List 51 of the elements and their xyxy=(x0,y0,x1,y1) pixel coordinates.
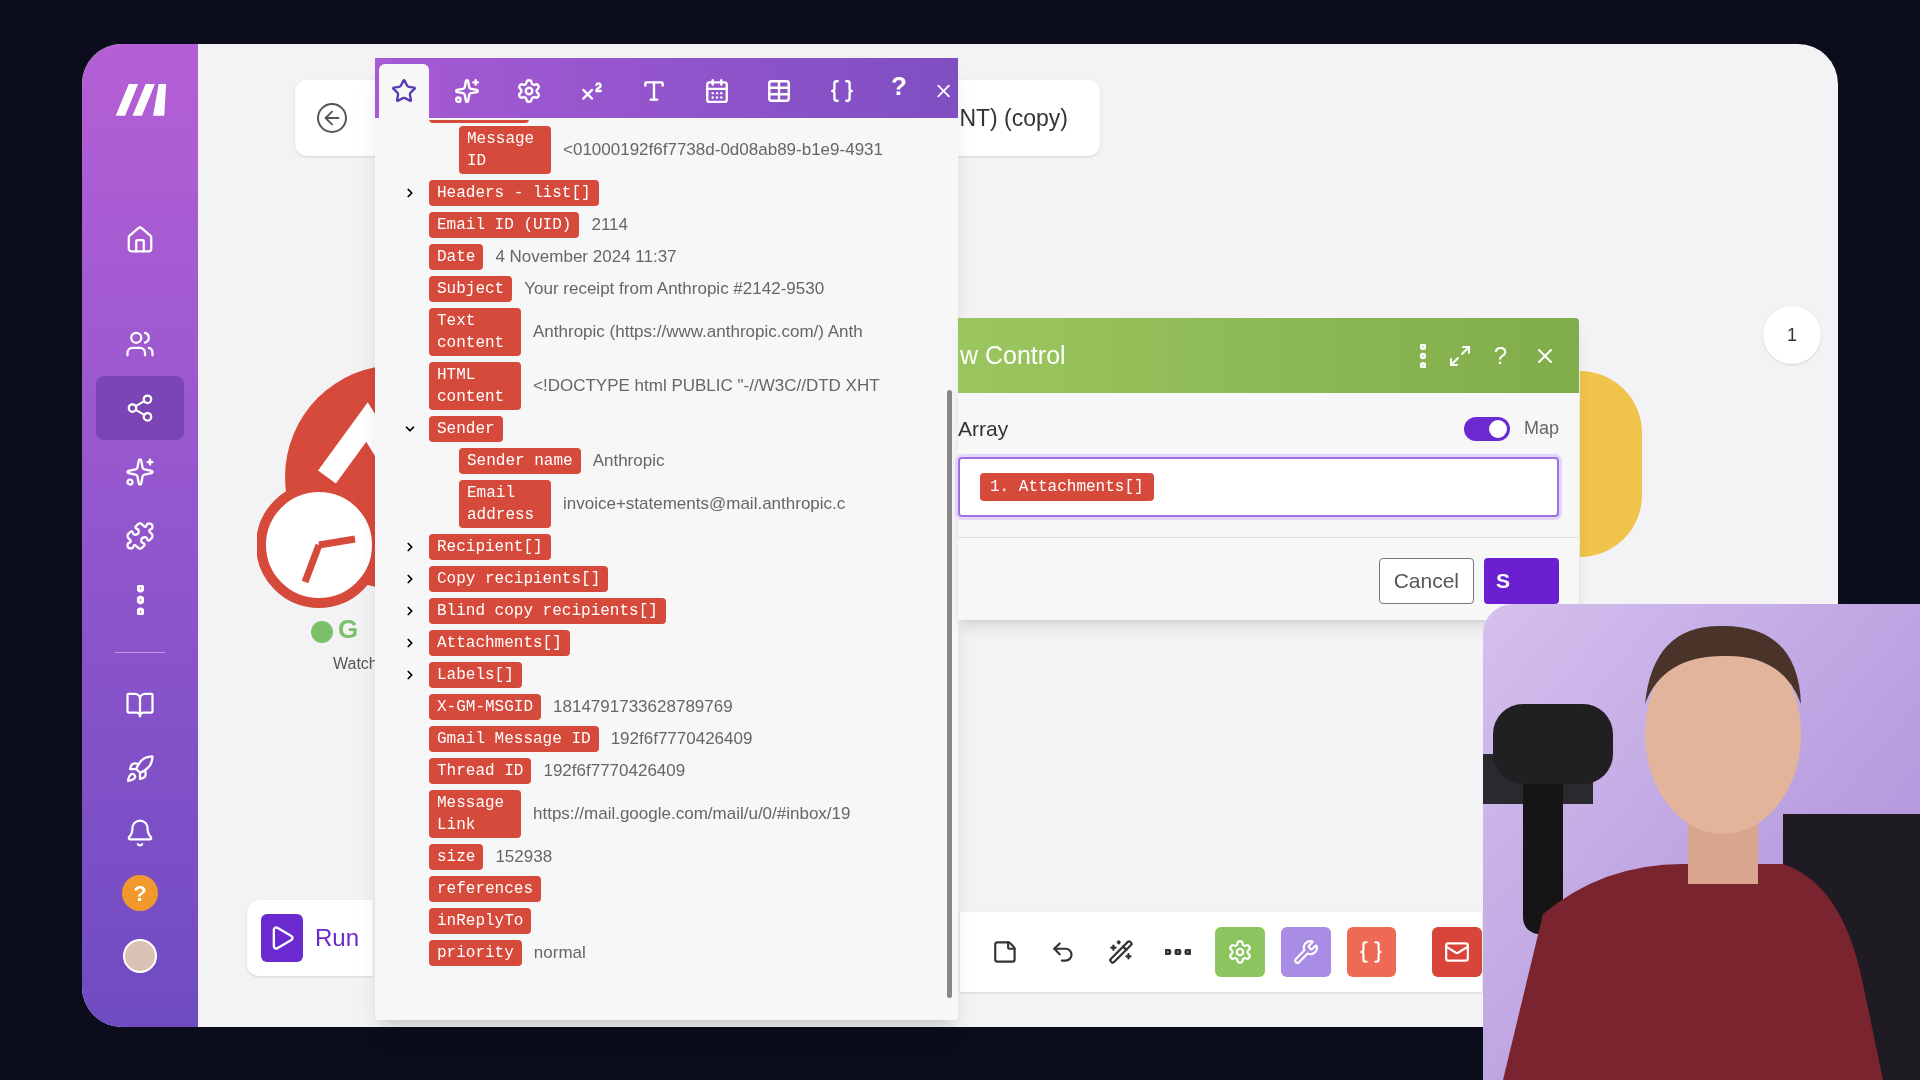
scenario-title: NT) (copy) xyxy=(959,103,1068,133)
field-tag[interactable]: size xyxy=(429,844,484,870)
field-tag[interactable]: Blind copy recipients[] xyxy=(429,598,666,624)
field-value: 4 November 2024 11:37 xyxy=(495,246,677,269)
field-value: normal xyxy=(533,942,586,965)
field-value: 192f6f7770426409 xyxy=(543,760,686,783)
field-value: invoice+statements@mail.anthropic.c xyxy=(563,493,846,516)
help-button[interactable]: ? xyxy=(122,875,158,911)
field-tag[interactable]: Thread ID xyxy=(429,758,532,784)
field-tag[interactable]: Subject xyxy=(429,276,513,302)
field-value: Anthropic (https://www.anthropic.com/) Anth xyxy=(533,321,863,344)
count-bubble: 1 xyxy=(1763,306,1821,364)
help-button[interactable]: ? xyxy=(890,67,907,106)
field-tag[interactable]: Email ID (UID) xyxy=(429,212,580,238)
cancel-button[interactable]: Cancel xyxy=(1378,557,1474,604)
field-tag[interactable]: HTML content xyxy=(429,362,521,410)
field-tag[interactable]: Headers - list[] xyxy=(429,180,599,206)
field-tag[interactable]: inReplyTo xyxy=(429,908,532,934)
field-tag[interactable]: Message Link xyxy=(429,790,521,838)
field-label: Array xyxy=(958,416,1010,442)
field-tag[interactable]: priority xyxy=(429,940,522,966)
field-value: 152938 xyxy=(495,846,553,869)
field-value: 2114 xyxy=(591,214,628,237)
field-tag[interactable]: Date xyxy=(429,244,484,270)
field-tag[interactable]: Recipient[] xyxy=(429,534,551,560)
toggle-label: Map xyxy=(1524,417,1559,441)
field-tag[interactable]: Labels[] xyxy=(429,662,522,688)
field-value: https://mail.google.com/mail/u/0/#inbox/19 xyxy=(533,803,851,826)
dialog-title: w Control xyxy=(960,339,1067,371)
field-tag[interactable]: Email address xyxy=(459,480,551,528)
field-tag[interactable]: references xyxy=(429,876,541,902)
field-tag[interactable]: Gmail Message ID xyxy=(429,726,599,752)
field-tag[interactable]: Copy recipients[] xyxy=(429,566,609,592)
field-tag[interactable]: X-GM-MSGID xyxy=(429,694,541,720)
field-value: <!DOCTYPE html PUBLIC "-//W3C//DTD XHT xyxy=(533,375,880,398)
field-tag[interactable]: Sender xyxy=(429,416,503,442)
field-tag[interactable]: Text content xyxy=(429,308,521,356)
field-tag[interactable]: Sender name xyxy=(459,448,581,474)
field-value: <01000192f6f7738d-0d08ab89-b1e9-4931 xyxy=(563,139,883,162)
array-input-field[interactable]: 1. Attachments[] xyxy=(958,456,1559,517)
field-value: Anthropic xyxy=(592,450,665,473)
mapped-item-tag[interactable]: 1. Attachments[] xyxy=(980,472,1154,501)
field-tag[interactable]: Message ID xyxy=(459,126,551,174)
help-button[interactable]: ? xyxy=(1493,337,1507,374)
field-value: 192f6f7770426409 xyxy=(610,728,753,751)
run-button[interactable]: Run xyxy=(247,900,373,976)
field-value: 1814791733628789769 xyxy=(553,696,733,719)
field-tag[interactable]: Attachments[] xyxy=(429,630,570,656)
save-button[interactable]: S xyxy=(1484,557,1559,604)
module-label: G xyxy=(338,613,359,646)
field-value: Your receipt from Anthropic #2142-9530 xyxy=(524,278,825,301)
